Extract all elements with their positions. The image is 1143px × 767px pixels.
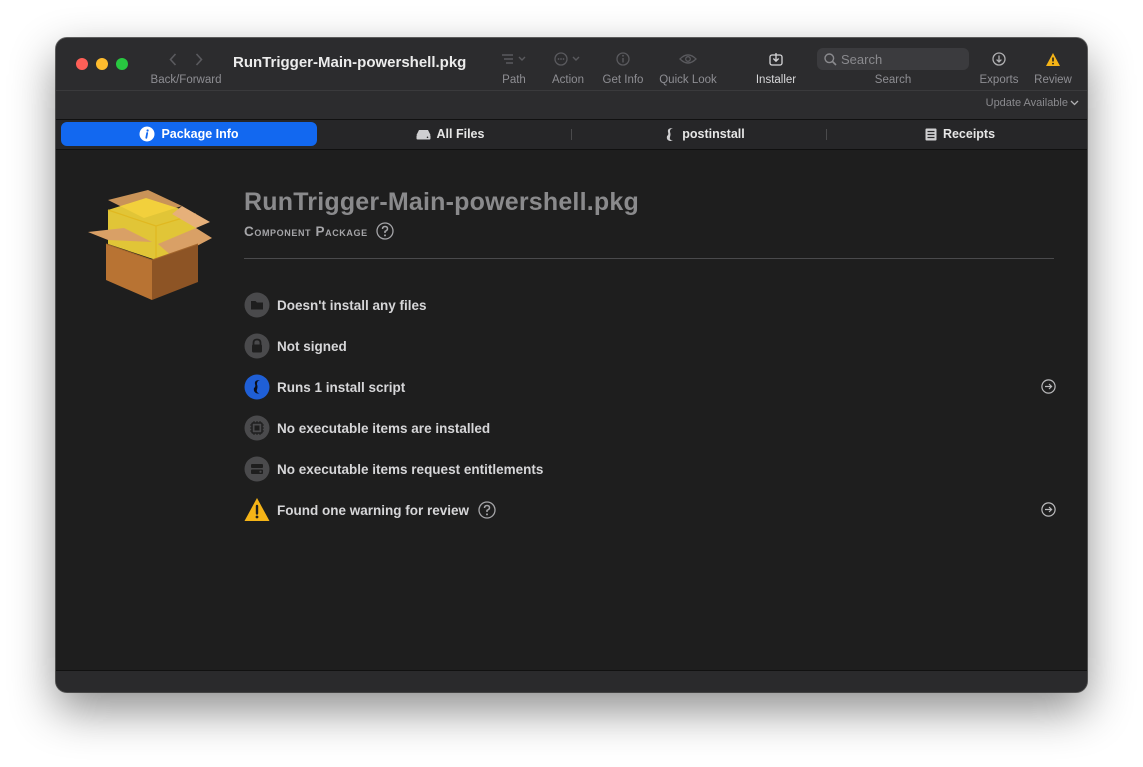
help-icon[interactable]: [478, 501, 496, 519]
close-window-button[interactable]: [76, 58, 88, 70]
back-forward-control[interactable]: Back/Forward: [148, 38, 224, 90]
tab-all-files[interactable]: All Files: [322, 122, 578, 146]
summary-row-label: Doesn't install any files: [277, 297, 427, 313]
get-info-label: Get Info: [602, 74, 644, 86]
toolbar: Back/Forward RunTrigger-Main-powershell.…: [56, 38, 1087, 120]
arrow-right-circle-icon[interactable]: [1041, 379, 1056, 394]
minimize-window-button[interactable]: [96, 58, 108, 70]
action-label: Action: [552, 74, 584, 86]
window-title: RunTrigger-Main-powershell.pkg: [233, 54, 467, 71]
review-button[interactable]: Review: [1028, 38, 1078, 90]
tab-postinstall[interactable]: postinstall: [577, 122, 833, 146]
info-circle-icon: [139, 126, 155, 142]
zoom-window-button[interactable]: [116, 58, 128, 70]
tab-bar: Package Info All Files postinstall Recei…: [56, 120, 1087, 150]
get-info-button[interactable]: Get Info: [598, 38, 648, 90]
summary-row-scripts[interactable]: Runs 1 install script: [244, 374, 1056, 400]
tab-postinstall-label: postinstall: [682, 127, 745, 141]
download-circle-icon: [992, 52, 1006, 66]
info-icon: [616, 52, 630, 66]
installer-download-icon: [769, 53, 783, 66]
entitlement-icon: [244, 456, 270, 482]
path-icon: [502, 54, 526, 64]
package-type-label: Component Package: [244, 223, 368, 239]
package-info-pane: RunTrigger-Main-powershell.pkg Component…: [56, 150, 1087, 670]
warning-icon: [244, 498, 270, 521]
ellipsis-circle-icon: [554, 52, 580, 66]
quick-look-label: Quick Look: [659, 74, 717, 86]
chip-icon: [244, 415, 270, 441]
tab-receipts-label: Receipts: [942, 127, 996, 141]
status-bar: [56, 670, 1087, 692]
search-icon: [824, 52, 837, 66]
toolbar-divider: [56, 90, 1087, 91]
update-available-menu[interactable]: Update Available: [986, 97, 1079, 109]
package-title: RunTrigger-Main-powershell.pkg: [244, 188, 639, 216]
receipt-icon: [925, 128, 937, 140]
action-button[interactable]: Action: [546, 38, 590, 90]
path-button[interactable]: Path: [492, 38, 536, 90]
summary-row-warnings[interactable]: Found one warning for review: [244, 497, 1056, 523]
script-icon: [667, 127, 674, 141]
drive-icon: [416, 129, 431, 139]
installer-button[interactable]: Installer: [750, 38, 802, 90]
arrow-right-circle-icon[interactable]: [1041, 502, 1056, 517]
summary-row-label: Not signed: [277, 338, 347, 354]
search-label: Search: [874, 74, 912, 86]
quick-look-button[interactable]: Quick Look: [656, 38, 720, 90]
eye-icon: [679, 54, 697, 64]
summary-row-label: No executable items request entitlements: [277, 461, 544, 477]
help-icon[interactable]: [376, 222, 394, 240]
tab-package-info[interactable]: Package Info: [61, 122, 317, 146]
path-label: Path: [502, 74, 526, 86]
summary-row-label: Runs 1 install script: [277, 379, 406, 395]
summary-row-label: No executable items are installed: [277, 420, 491, 436]
folder-icon: [244, 292, 270, 318]
update-available-label: Update Available: [985, 97, 1068, 109]
warning-triangle-icon: [1046, 52, 1060, 66]
review-label: Review: [1034, 74, 1072, 86]
back-forward-label: Back/Forward: [150, 74, 222, 86]
package-type: Component Package: [244, 222, 394, 240]
summary-row-signature: Not signed: [244, 333, 1056, 359]
exports-label: Exports: [979, 74, 1019, 86]
search-toolbar-item: Search: [864, 38, 922, 90]
lock-icon: [244, 333, 270, 359]
summary-row-label: Found one warning for review: [277, 502, 470, 518]
package-box-icon: [88, 190, 212, 300]
script-icon: [244, 374, 270, 400]
chevron-right-icon[interactable]: [195, 52, 203, 66]
header-divider: [244, 258, 1054, 259]
chevron-down-icon: [1070, 100, 1079, 106]
tab-package-info-label: Package Info: [161, 127, 239, 141]
chevron-left-icon[interactable]: [169, 52, 177, 66]
summary-row-executables: No executable items are installed: [244, 415, 1056, 441]
summary-row-files: Doesn't install any files: [244, 292, 1056, 318]
exports-button[interactable]: Exports: [974, 38, 1024, 90]
tab-all-files-label: All Files: [436, 127, 485, 141]
tab-receipts[interactable]: Receipts: [832, 122, 1087, 146]
summary-row-entitlements: No executable items request entitlements: [244, 456, 1056, 482]
app-window: Back/Forward RunTrigger-Main-powershell.…: [56, 38, 1087, 692]
installer-label: Installer: [755, 74, 797, 86]
